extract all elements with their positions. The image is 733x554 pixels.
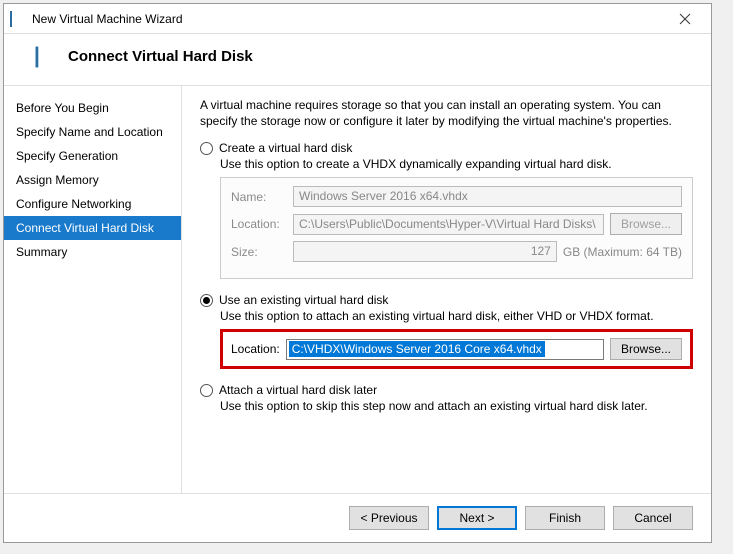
cancel-button[interactable]: Cancel	[613, 506, 693, 530]
sidebar-item-specify-name[interactable]: Specify Name and Location	[4, 120, 181, 144]
sidebar-item-specify-generation[interactable]: Specify Generation	[4, 144, 181, 168]
option-create: Create a virtual hard disk Use this opti…	[200, 141, 693, 279]
create-settings-panel: Name: Windows Server 2016 x64.vhdx Locat…	[220, 177, 693, 279]
browse-button-existing[interactable]: Browse...	[610, 338, 682, 360]
close-button[interactable]	[665, 5, 705, 33]
radio-label: Use an existing virtual hard disk	[219, 293, 388, 307]
sidebar-item-assign-memory[interactable]: Assign Memory	[4, 168, 181, 192]
option-later-desc: Use this option to skip this step now an…	[220, 399, 693, 413]
radio-icon	[200, 384, 213, 397]
radio-later[interactable]: Attach a virtual hard disk later	[200, 383, 693, 397]
location-label: Location:	[231, 342, 280, 356]
option-existing-desc: Use this option to attach an existing vi…	[220, 309, 693, 323]
page-title: Connect Virtual Hard Disk	[68, 48, 253, 65]
next-button[interactable]: Next >	[437, 506, 517, 530]
existing-location-value: C:\VHDX\Windows Server 2016 Core x64.vhd…	[289, 341, 545, 357]
header-icon	[38, 50, 54, 64]
radio-label: Create a virtual hard disk	[219, 141, 352, 155]
intro-text: A virtual machine requires storage so th…	[200, 98, 693, 129]
radio-create[interactable]: Create a virtual hard disk	[200, 141, 693, 155]
sidebar-item-label: Connect Virtual Hard Disk	[16, 221, 154, 235]
existing-location-input[interactable]: C:\VHDX\Windows Server 2016 Core x64.vhd…	[286, 339, 604, 360]
radio-existing[interactable]: Use an existing virtual hard disk	[200, 293, 693, 307]
sidebar-item-label: Specify Name and Location	[16, 125, 163, 139]
option-create-desc: Use this option to create a VHDX dynamic…	[220, 157, 693, 171]
sidebar-item-label: Specify Generation	[16, 149, 118, 163]
size-input: 127	[293, 241, 557, 262]
radio-icon	[200, 142, 213, 155]
sidebar-item-label: Before You Begin	[16, 101, 109, 115]
location-input: C:\Users\Public\Documents\Hyper-V\Virtua…	[293, 214, 604, 235]
sidebar: Before You Begin Specify Name and Locati…	[4, 86, 182, 493]
sidebar-item-summary[interactable]: Summary	[4, 240, 181, 264]
sidebar-item-connect-vhd[interactable]: Connect Virtual Hard Disk	[4, 216, 181, 240]
content-area: A virtual machine requires storage so th…	[182, 86, 711, 493]
footer: < Previous Next > Finish Cancel	[4, 493, 711, 542]
previous-button[interactable]: < Previous	[349, 506, 429, 530]
radio-icon	[200, 294, 213, 307]
sidebar-item-label: Summary	[16, 245, 67, 259]
sidebar-item-before-you-begin[interactable]: Before You Begin	[4, 96, 181, 120]
name-label: Name:	[231, 190, 287, 204]
wizard-window: New Virtual Machine Wizard Connect Virtu…	[3, 3, 712, 543]
window-title: New Virtual Machine Wizard	[32, 12, 665, 26]
existing-location-row: Location: C:\VHDX\Windows Server 2016 Co…	[220, 329, 693, 369]
browse-button-create: Browse...	[610, 213, 682, 235]
option-existing: Use an existing virtual hard disk Use th…	[200, 293, 693, 369]
location-label: Location:	[231, 217, 287, 231]
sidebar-item-configure-networking[interactable]: Configure Networking	[4, 192, 181, 216]
body: Before You Begin Specify Name and Locati…	[4, 86, 711, 493]
page-header: Connect Virtual Hard Disk	[4, 34, 711, 86]
size-unit: GB (Maximum: 64 TB)	[563, 245, 682, 259]
name-input: Windows Server 2016 x64.vhdx	[293, 186, 682, 207]
size-label: Size:	[231, 245, 287, 259]
titlebar: New Virtual Machine Wizard	[4, 4, 711, 34]
close-icon	[679, 13, 691, 25]
finish-button[interactable]: Finish	[525, 506, 605, 530]
radio-label: Attach a virtual hard disk later	[219, 383, 377, 397]
sidebar-item-label: Configure Networking	[16, 197, 131, 211]
option-later: Attach a virtual hard disk later Use thi…	[200, 383, 693, 413]
sidebar-item-label: Assign Memory	[16, 173, 99, 187]
app-icon	[10, 12, 26, 26]
